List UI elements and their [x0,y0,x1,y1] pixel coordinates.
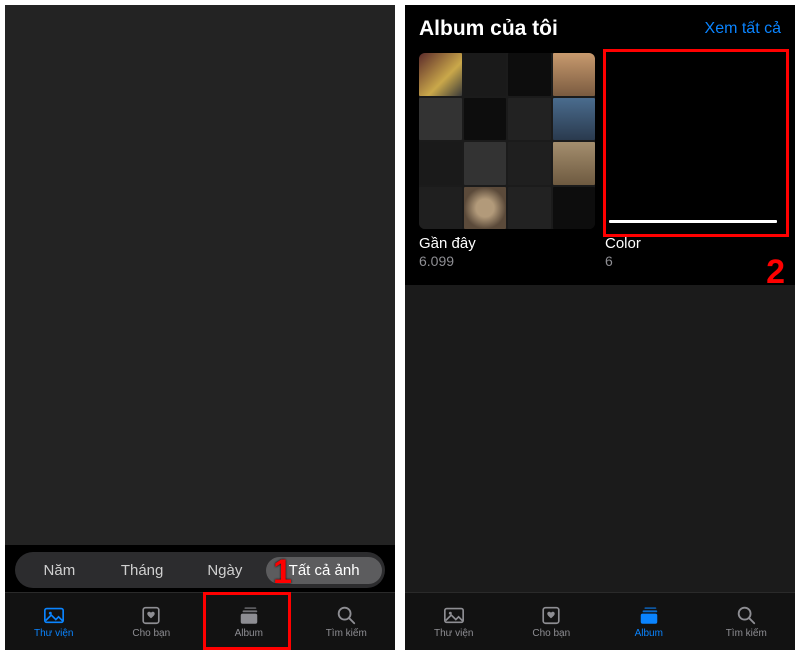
album-icon [637,604,661,626]
album-icon [237,604,261,626]
album-thumb-color [605,53,781,229]
tab-library-label: Thư viện [34,628,74,639]
tab-for-you-label: Cho bạn [532,628,570,639]
tab-album[interactable]: Album [600,593,698,650]
for-you-icon [139,604,163,626]
library-icon [442,604,466,626]
phone-screenshot-1: Năm Tháng Ngày Tất cả ảnh Thư viện Cho b… [5,5,395,650]
tab-library[interactable]: Thư viện [405,593,503,650]
albums-header: Album của tôi Xem tất cả [419,13,781,45]
segment-day[interactable]: Ngày [183,557,266,584]
album-thumb-recents [419,53,595,229]
album-count: 6.099 [419,253,595,269]
empty-area [405,285,795,592]
album-card-recents[interactable]: Gần đây 6.099 [419,53,595,269]
segment-month[interactable]: Tháng [101,557,184,584]
album-card-color[interactable]: Color 6 [605,53,781,269]
album-count: 6 [605,253,781,269]
tab-library[interactable]: Thư viện [5,593,103,650]
search-icon [334,604,358,626]
tab-album[interactable]: Album [200,593,298,650]
tab-album-label: Album [635,628,663,639]
tab-for-you-label: Cho bạn [132,628,170,639]
tab-bar: Thư viện Cho bạn Album Tìm kiếm [5,592,395,650]
tab-for-you[interactable]: Cho bạn [503,593,601,650]
tab-search-label: Tìm kiếm [326,628,367,639]
page-title: Album của tôi [419,17,558,41]
tab-for-you[interactable]: Cho bạn [103,593,201,650]
tab-search[interactable]: Tìm kiếm [298,593,396,650]
phone-screenshot-2: Album của tôi Xem tất cả Gần đây 6.099 [405,5,795,650]
segment-year[interactable]: Năm [18,557,101,584]
photo-viewer-area [5,5,395,545]
tab-album-label: Album [235,628,263,639]
album-label: Gần đây [419,235,595,252]
search-icon [734,604,758,626]
albums-row[interactable]: Gần đây 6.099 Color 6 [419,53,795,269]
library-icon [42,604,66,626]
tab-search[interactable]: Tìm kiếm [698,593,796,650]
see-all-link[interactable]: Xem tất cả [705,20,781,38]
segment-all-photos[interactable]: Tất cả ảnh [266,557,382,584]
time-filter-segmented: Năm Tháng Ngày Tất cả ảnh [15,552,385,588]
tab-library-label: Thư viện [434,628,474,639]
album-label: Color [605,235,781,252]
for-you-icon [539,604,563,626]
tab-bar: Thư viện Cho bạn Album Tìm kiếm [405,592,795,650]
tab-search-label: Tìm kiếm [726,628,767,639]
